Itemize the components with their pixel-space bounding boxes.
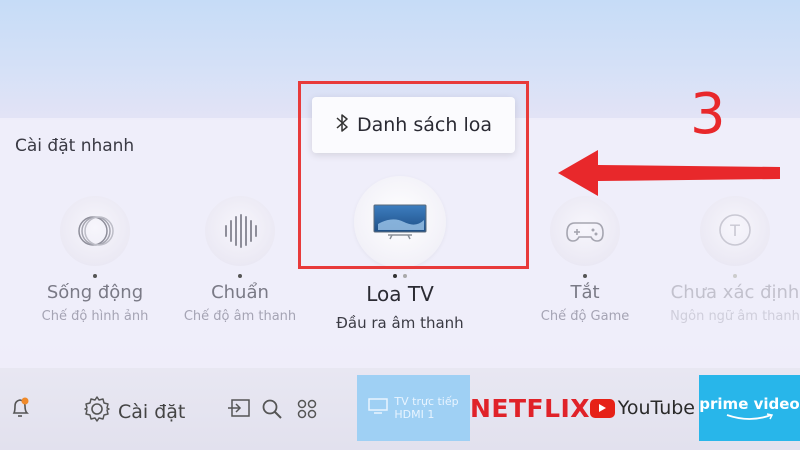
netflix-logo: NETFLIX (469, 393, 591, 423)
svg-text:T: T (729, 221, 740, 240)
bell-icon (10, 396, 32, 425)
quick-item-sound-mode[interactable]: Chuẩn Chế độ âm thanh (160, 196, 320, 324)
arrow-icon (558, 148, 780, 202)
item-label: Chuẩn (211, 282, 269, 303)
language-icon: T (700, 196, 770, 266)
indicator-dot (238, 274, 242, 278)
item-sub: Chế độ hình ảnh (41, 309, 149, 324)
live-tv-label: TV trực tiếp (394, 395, 459, 408)
live-tv-source: HDMI 1 (394, 408, 435, 421)
picture-mode-icon (60, 196, 130, 266)
item-sub: Chế độ âm thanh (183, 309, 297, 324)
source-button[interactable] (227, 398, 251, 423)
item-sub: Đầu ra âm thanh (336, 314, 464, 332)
highlight-box (298, 81, 529, 269)
search-icon (261, 398, 283, 425)
youtube-logo: YouTube (617, 397, 695, 419)
quick-item-audio-language[interactable]: T Chưa xác định Ngôn ngữ âm thanh (655, 196, 800, 324)
youtube-play-icon (590, 398, 615, 418)
gamepad-icon (550, 196, 620, 266)
apps-button[interactable] (296, 398, 318, 425)
prime-smile-icon (726, 413, 773, 420)
netflix-tile[interactable]: NETFLIX (470, 375, 590, 441)
tv-source-icon (368, 398, 389, 418)
indicator-dot (583, 274, 587, 278)
item-sub: Ngôn ngữ âm thanh (670, 309, 800, 324)
sound-wave-icon (205, 196, 275, 266)
settings-label: Cài đặt (118, 400, 186, 423)
item-label: Loa TV (366, 282, 434, 306)
item-label: Tắt (570, 282, 600, 303)
settings-button[interactable]: Cài đặt (82, 394, 185, 429)
notification-button[interactable] (10, 396, 32, 425)
quick-settings-title: Cài đặt nhanh (15, 136, 135, 156)
quick-item-picture-mode[interactable]: Sống động Chế độ hình ảnh (15, 196, 175, 324)
apps-grid-icon (296, 398, 318, 425)
prime-video-tile[interactable]: prime video (699, 375, 800, 441)
source-icon (227, 398, 251, 423)
indicator-dot (733, 274, 737, 278)
indicator-dot (93, 274, 97, 278)
item-label: Chưa xác định (670, 282, 800, 303)
gear-icon (82, 394, 112, 429)
quick-item-game-mode[interactable]: Tắt Chế độ Game (505, 196, 665, 324)
step-number: 3 (690, 82, 726, 147)
search-button[interactable] (261, 398, 283, 425)
live-tv-tile[interactable]: TV trực tiếp HDMI 1 (357, 375, 470, 441)
item-label: Sống động (46, 282, 144, 303)
prime-video-logo: prime video (699, 395, 800, 413)
item-sub: Chế độ Game (540, 309, 630, 324)
page-dots (320, 274, 480, 278)
youtube-tile[interactable]: YouTube (590, 375, 695, 441)
